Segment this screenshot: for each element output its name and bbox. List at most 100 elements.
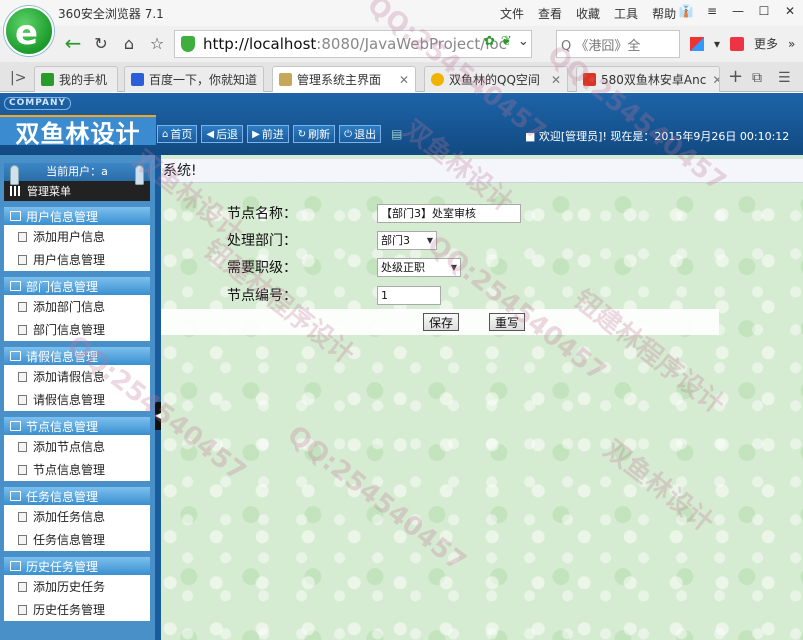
menu-lines-icon[interactable]: ≡ (699, 0, 725, 22)
sidebar: 当前用户：a 管理菜单 用户信息管理 添加用户信息 用户信息管理 部门信息管理 … (0, 155, 155, 640)
page-icon (18, 581, 27, 592)
tab-my-phone[interactable]: 我的手机 (34, 66, 118, 92)
save-button[interactable]: 保存 (423, 313, 460, 331)
tab-qq-space[interactable]: 双鱼林的QQ空间 ✕ (424, 66, 568, 92)
folder-icon (10, 421, 21, 431)
pin-icon (135, 165, 144, 185)
row-node-number: 节点编号： (227, 285, 441, 305)
refresh-icon: ↻ (297, 128, 307, 140)
menu-group-header[interactable]: 节点信息管理 (4, 417, 150, 435)
sidebar-item-add-department[interactable]: 添加部门信息 (4, 295, 150, 318)
picture-icon (279, 73, 292, 86)
menu-tools[interactable]: 工具 (614, 5, 638, 22)
sidebar-item-manage-user[interactable]: 用户信息管理 (4, 248, 150, 271)
page-icon (18, 511, 27, 522)
menu-group-header[interactable]: 部门信息管理 (4, 277, 150, 295)
menu-group-header[interactable]: 历史任务管理 (4, 557, 150, 575)
logout-button[interactable]: ⏻ 退出 (339, 125, 382, 143)
folder-icon (10, 491, 21, 501)
row-department: 处理部门： 部门3 ▼ (227, 230, 437, 250)
menu-group-users: 用户信息管理 添加用户信息 用户信息管理 (4, 207, 150, 271)
sidebar-item-manage-task[interactable]: 任务信息管理 (4, 528, 150, 551)
tab-close-icon[interactable]: ✕ (257, 73, 263, 87)
sidebar-item-manage-leave[interactable]: 请假信息管理 (4, 388, 150, 411)
minimize-icon[interactable]: — (725, 0, 751, 22)
tab-admin-main[interactable]: 管理系统主界面 ✕ (272, 66, 416, 92)
more-button[interactable]: 更多 (754, 35, 778, 52)
toolbar-grip-icon: ▤ (391, 127, 403, 141)
more-chevron-icon[interactable]: » (788, 37, 795, 51)
sidebar-item-manage-history[interactable]: 历史任务管理 (4, 598, 150, 621)
node-number-label: 节点编号： (227, 288, 297, 304)
dropdown-icon[interactable]: ▾ (714, 37, 720, 51)
address-path: :8080/JavaWebProject/loc (316, 35, 507, 53)
back-icon[interactable]: ← (62, 31, 84, 55)
sidebar-item-add-task[interactable]: 添加任务信息 (4, 505, 150, 528)
menu-group-header[interactable]: 用户信息管理 (4, 207, 150, 225)
pin-icon (10, 165, 19, 185)
paw-icon (131, 73, 144, 86)
star-badge-icon (431, 73, 444, 86)
node-name-input[interactable] (377, 203, 521, 223)
mail-icon[interactable] (730, 36, 745, 51)
menu-view[interactable]: 查看 (538, 5, 562, 22)
phone-icon (41, 73, 54, 86)
power-icon: ⏻ (344, 128, 353, 140)
reset-button[interactable]: 重写 (489, 313, 526, 331)
menu-group-header[interactable]: 任务信息管理 (4, 487, 150, 505)
sidebar-item-manage-department[interactable]: 部门信息管理 (4, 318, 150, 341)
sidebar-item-add-leave[interactable]: 添加请假信息 (4, 365, 150, 388)
browser-logo-icon[interactable]: e (4, 6, 54, 56)
node-number-input[interactable] (377, 285, 441, 305)
tab-close-icon[interactable]: ✕ (706, 73, 719, 87)
shirt-icon[interactable]: 👔 (673, 0, 699, 22)
close-icon[interactable]: ✕ (777, 0, 803, 22)
page-icon (18, 534, 27, 545)
reload-icon[interactable]: ↻ (90, 32, 112, 54)
chevron-down-icon[interactable]: ⌄ (518, 34, 529, 49)
sidebar-toggle-icon[interactable]: |> (10, 70, 26, 86)
leaf-icon[interactable]: ❦ (501, 34, 512, 49)
menu-favorites[interactable]: 收藏 (576, 5, 600, 22)
arrow-left-icon: ◀ (206, 128, 215, 140)
tab-bar: |> 我的手机 百度一下，你就知道 ✕ 管理系统主界面 ✕ 双鱼林的QQ空间 ✕… (0, 62, 803, 92)
back-button[interactable]: ◀ 后退 (201, 125, 244, 143)
home-button[interactable]: ⌂ 首页 (157, 125, 198, 143)
tab-list-icon[interactable]: ☰ (778, 70, 791, 86)
folder-icon (10, 561, 21, 571)
refresh-button[interactable]: ↻ 刷新 (292, 125, 336, 143)
menu-file[interactable]: 文件 (500, 5, 524, 22)
folder-icon (10, 211, 21, 221)
home-icon[interactable]: ⌂ (118, 32, 140, 54)
rank-select[interactable]: 处级正职 ▼ (377, 257, 461, 277)
star-icon[interactable]: ☆ (146, 32, 168, 54)
sidebar-item-add-user[interactable]: 添加用户信息 (4, 225, 150, 248)
sidebar-item-manage-node[interactable]: 节点信息管理 (4, 458, 150, 481)
apps-icon[interactable] (690, 36, 704, 51)
row-rank: 需要职级： 处级正职 ▼ (227, 257, 461, 277)
new-tab-icon[interactable]: + (728, 66, 743, 87)
tab-close-icon[interactable]: ✕ (545, 73, 561, 87)
tab-close-icon[interactable]: ✕ (393, 73, 409, 87)
address-bar[interactable]: http://localhost :8080/JavaWebProject/lo… (174, 30, 532, 58)
app-header: COMPANY 双鱼林设计 ⌂ 首页 ◀ 后退 ▶ 前进 ↻ 刷新 ⏻ 退出 ▤ ■ 欢迎… (0, 93, 803, 155)
sidebar-item-add-node[interactable]: 添加节点信息 (4, 435, 150, 458)
folder-icon (10, 281, 21, 291)
department-select[interactable]: 部门3 ▼ (377, 230, 437, 250)
sidebar-item-add-history[interactable]: 添加历史任务 (4, 575, 150, 598)
restore-tab-icon[interactable]: ⧉ (752, 70, 762, 86)
page-icon (18, 371, 27, 382)
page-icon (18, 231, 27, 242)
section-title: 系统! (161, 159, 803, 183)
tab-baidu[interactable]: 百度一下，你就知道 ✕ (124, 66, 264, 92)
security-icon[interactable]: ✿ (484, 34, 495, 49)
tab-android[interactable]: 580双鱼林安卓Anc ✕ (576, 66, 720, 92)
form-button-row: 保存 重写 (161, 309, 719, 335)
forward-button[interactable]: ▶ 前进 (247, 125, 289, 143)
search-input[interactable]: Q 《港囧》全 (556, 30, 680, 58)
menu-group-header[interactable]: 请假信息管理 (4, 347, 150, 365)
browser-title: 360安全浏览器 7.1 (58, 7, 164, 21)
department-label: 处理部门： (227, 233, 297, 249)
maximize-icon[interactable]: ☐ (751, 0, 777, 22)
house-icon: ⌂ (162, 128, 169, 140)
